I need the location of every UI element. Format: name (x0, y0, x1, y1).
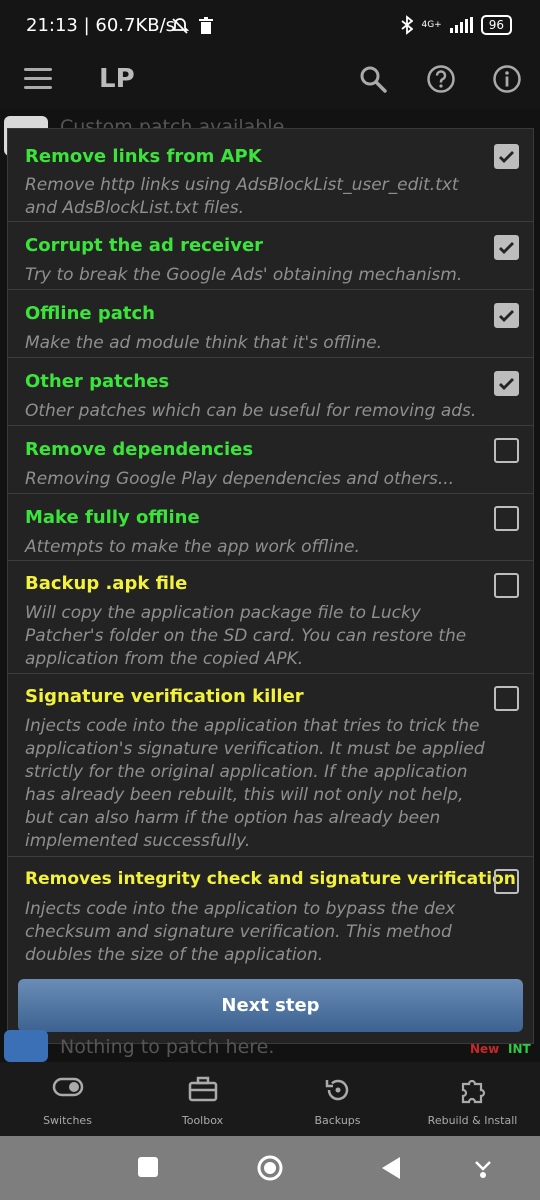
app-bar: LP (0, 52, 540, 110)
checkbox-unchecked[interactable] (494, 506, 519, 531)
int-badge: INT (508, 1042, 531, 1056)
option-corrupt-ad-receiver[interactable]: Corrupt the ad receiver Try to break the… (8, 222, 533, 290)
checkbox-checked[interactable] (494, 235, 519, 260)
app-thumbnail (4, 1030, 48, 1062)
help-icon[interactable] (426, 64, 456, 94)
checkbox-checked[interactable] (494, 371, 519, 396)
home-icon[interactable] (256, 1154, 284, 1182)
status-time: 21:13 | 60.7KB/s (26, 15, 176, 36)
check-icon (499, 151, 514, 163)
signal-icon (449, 17, 473, 33)
battery-icon: 96 (480, 15, 512, 35)
option-remove-links[interactable]: Remove links from APK Remove http links … (8, 129, 533, 222)
nav-switches[interactable]: Switches (0, 1062, 135, 1136)
nav-toolbox[interactable]: Toolbox (135, 1062, 270, 1136)
recents-icon[interactable] (137, 1156, 159, 1178)
check-icon (499, 310, 514, 322)
app-title: LP (99, 64, 135, 94)
checkbox-unchecked[interactable] (494, 869, 519, 894)
patch-options-dialog: Remove links from APK Remove http links … (7, 128, 534, 1044)
checkbox-checked[interactable] (494, 144, 519, 169)
option-offline-patch[interactable]: Offline patch Make the ad module think t… (8, 290, 533, 358)
toggle-icon (52, 1077, 83, 1097)
menu-icon[interactable] (24, 68, 52, 90)
toolbox-icon (188, 1076, 217, 1102)
puzzle-icon (461, 1079, 485, 1104)
next-step-button[interactable]: Next step (18, 979, 523, 1032)
search-icon[interactable] (358, 64, 388, 94)
backup-icon (325, 1079, 348, 1101)
bluetooth-icon (401, 15, 414, 35)
option-remove-dependencies[interactable]: Remove dependencies Removing Google Play… (8, 426, 533, 494)
bottom-navigation: Switches Toolbox Backups Rebuild & Insta… (0, 1062, 540, 1136)
checkbox-unchecked[interactable] (494, 573, 519, 598)
muted-alarm-icon (170, 18, 190, 34)
option-remove-integrity-check[interactable]: Removes integrity check and signature ve… (8, 857, 533, 972)
checkbox-checked[interactable] (494, 303, 519, 328)
info-icon[interactable] (492, 64, 522, 94)
system-navigation-bar (0, 1136, 540, 1200)
option-backup-apk[interactable]: Backup .apk file Will copy the applicati… (8, 561, 533, 674)
network-type: 4G+ (421, 19, 442, 30)
checkbox-unchecked[interactable] (494, 686, 519, 711)
trash-icon (199, 17, 213, 34)
check-icon (499, 378, 514, 390)
nav-rebuild-install[interactable]: Rebuild & Install (405, 1062, 540, 1136)
option-other-patches[interactable]: Other patches Other patches which can be… (8, 358, 533, 426)
option-signature-verification-killer[interactable]: Signature verification killer Injects co… (8, 674, 533, 857)
new-badge: New (470, 1042, 500, 1056)
keyboard-hide-icon[interactable] (473, 1156, 493, 1180)
back-icon[interactable] (380, 1156, 402, 1180)
check-icon (499, 242, 514, 254)
checkbox-unchecked[interactable] (494, 438, 519, 463)
background-list-item: Nothing to patch here. New INT (0, 1030, 540, 1062)
status-bar: 21:13 | 60.7KB/s 4G+ 96 (0, 0, 540, 52)
nav-backups[interactable]: Backups (270, 1062, 405, 1136)
option-make-fully-offline[interactable]: Make fully offline Attempts to make the … (8, 494, 533, 561)
